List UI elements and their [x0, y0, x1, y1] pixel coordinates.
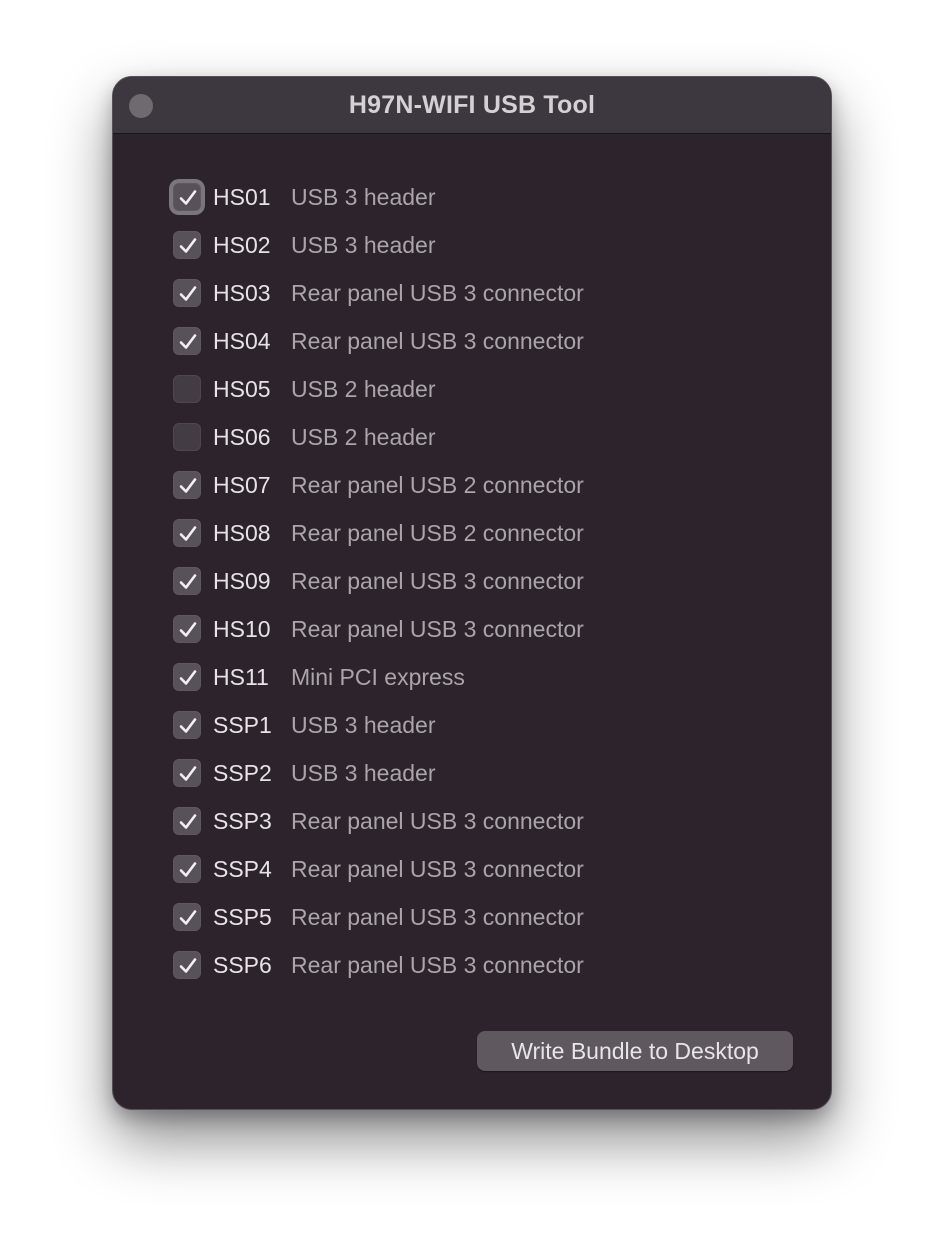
port-description: Rear panel USB 3 connector	[291, 856, 584, 882]
port-row-ssp3: SSP3 Rear panel USB 3 connector	[173, 797, 673, 845]
port-checkbox[interactable]	[173, 519, 201, 547]
port-description: USB 2 header	[291, 376, 436, 402]
port-checkbox[interactable]	[173, 663, 201, 691]
port-checkbox[interactable]	[173, 807, 201, 835]
port-name: HS06	[213, 424, 271, 450]
port-name: SSP5	[213, 904, 272, 930]
port-name: SSP1	[213, 712, 272, 738]
port-row-hs03: HS03 Rear panel USB 3 connector	[173, 269, 673, 317]
port-row-ssp6: SSP6 Rear panel USB 3 connector	[173, 941, 673, 989]
port-description: USB 3 header	[291, 232, 436, 258]
port-checkbox[interactable]	[173, 711, 201, 739]
port-description: Mini PCI express	[291, 664, 465, 690]
port-name: HS05	[213, 376, 271, 402]
port-row-hs08: HS08 Rear panel USB 2 connector	[173, 509, 673, 557]
port-description: Rear panel USB 3 connector	[291, 280, 584, 306]
port-name: HS11	[213, 664, 269, 690]
main-window: H97N-WIFI USB Tool HS01 USB 3 header HS02 U…	[112, 76, 832, 1110]
port-description: Rear panel USB 3 connector	[291, 328, 584, 354]
port-description: Rear panel USB 3 connector	[291, 952, 584, 978]
port-checkbox[interactable]	[173, 615, 201, 643]
port-description: USB 3 header	[291, 760, 436, 786]
port-name: HS07	[213, 472, 271, 498]
port-description: USB 3 header	[291, 184, 436, 210]
port-description: Rear panel USB 2 connector	[291, 472, 584, 498]
port-row-hs05: HS05 USB 2 header	[173, 365, 673, 413]
port-row-hs06: HS06 USB 2 header	[173, 413, 673, 461]
port-checkbox[interactable]	[173, 903, 201, 931]
port-checkbox[interactable]	[173, 375, 201, 403]
port-name: SSP3	[213, 808, 272, 834]
port-checkbox[interactable]	[173, 183, 201, 211]
port-row-ssp4: SSP4 Rear panel USB 3 connector	[173, 845, 673, 893]
port-row-hs02: HS02 USB 3 header	[173, 221, 673, 269]
port-checkbox[interactable]	[173, 855, 201, 883]
port-row-hs04: HS04 Rear panel USB 3 connector	[173, 317, 673, 365]
port-row-hs11: HS11 Mini PCI express	[173, 653, 673, 701]
port-description: Rear panel USB 3 connector	[291, 568, 584, 594]
port-row-ssp2: SSP2 USB 3 header	[173, 749, 673, 797]
port-description: USB 2 header	[291, 424, 436, 450]
port-checkbox[interactable]	[173, 423, 201, 451]
port-checkbox[interactable]	[173, 327, 201, 355]
port-name: HS10	[213, 616, 271, 642]
port-name: HS09	[213, 568, 271, 594]
port-name: SSP4	[213, 856, 272, 882]
window-title: H97N-WIFI USB Tool	[348, 91, 596, 119]
port-row-ssp5: SSP5 Rear panel USB 3 connector	[173, 893, 673, 941]
port-row-hs01: HS01 USB 3 header	[173, 173, 673, 221]
port-name: HS08	[213, 520, 271, 546]
port-name: HS04	[213, 328, 271, 354]
port-description: Rear panel USB 3 connector	[291, 904, 584, 930]
port-description: Rear panel USB 2 connector	[291, 520, 584, 546]
port-name: HS01	[213, 184, 271, 210]
port-row-hs10: HS10 Rear panel USB 3 connector	[173, 605, 673, 653]
title-bar[interactable]: H97N-WIFI USB Tool	[113, 77, 831, 134]
port-checkbox[interactable]	[173, 471, 201, 499]
port-row-hs07: HS07 Rear panel USB 2 connector	[173, 461, 673, 509]
port-row-ssp1: SSP1 USB 3 header	[173, 701, 673, 749]
write-bundle-button[interactable]: Write Bundle to Desktop	[477, 1031, 793, 1071]
port-row-hs09: HS09 Rear panel USB 3 connector	[173, 557, 673, 605]
port-checkbox[interactable]	[173, 759, 201, 787]
port-name: HS03	[213, 280, 271, 306]
port-list: HS01 USB 3 header HS02 USB 3 header HS03 Rear…	[173, 173, 673, 989]
port-description: Rear panel USB 3 connector	[291, 616, 584, 642]
port-name: SSP2	[213, 760, 272, 786]
port-checkbox[interactable]	[173, 951, 201, 979]
port-checkbox[interactable]	[173, 279, 201, 307]
port-name: HS02	[213, 232, 271, 258]
port-description: Rear panel USB 3 connector	[291, 808, 584, 834]
port-checkbox[interactable]	[173, 231, 201, 259]
port-description: USB 3 header	[291, 712, 436, 738]
port-checkbox[interactable]	[173, 567, 201, 595]
port-name: SSP6	[213, 952, 272, 978]
